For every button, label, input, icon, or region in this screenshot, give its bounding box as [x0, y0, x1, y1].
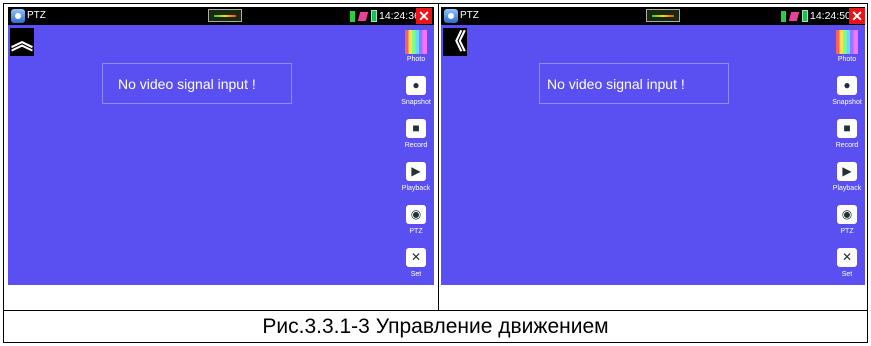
- snapshot-button[interactable]: ● Snapshot: [398, 68, 434, 110]
- signal-meter-icon: [208, 9, 242, 22]
- close-button[interactable]: ✕: [416, 8, 432, 24]
- network-status-icon: [350, 11, 355, 22]
- record-button[interactable]: ■ Record: [829, 111, 865, 153]
- camera-icon: ●: [837, 76, 857, 95]
- battery-icon: [371, 10, 377, 22]
- battery-icon: [802, 10, 808, 22]
- ptz-screen-left: PTZ 14:24:36 ✕ ︽ No video signal input !…: [8, 7, 434, 285]
- play-icon: ▶: [837, 162, 857, 181]
- record-label: Record: [404, 142, 428, 149]
- status-bar: PTZ 14:24:50 ✕: [441, 7, 865, 25]
- link-status-icon: [357, 12, 369, 21]
- set-button[interactable]: ✕ Set: [829, 240, 865, 282]
- playback-label: Playback: [401, 185, 431, 192]
- clock: 14:24:36: [379, 10, 420, 22]
- photo-button[interactable]: Photo: [398, 25, 434, 67]
- settings-tools-icon: ✕: [406, 248, 426, 267]
- ptz-button[interactable]: ◉ PTZ: [398, 197, 434, 239]
- snapshot-label: Snapshot: [401, 99, 431, 106]
- set-button[interactable]: ✕ Set: [398, 240, 434, 282]
- collapse-left-icon[interactable]: 《: [443, 28, 467, 56]
- ptz-label: PTZ: [409, 228, 423, 235]
- set-label: Set: [841, 271, 853, 278]
- app-title: PTZ: [460, 10, 479, 21]
- playback-button[interactable]: ▶ Playback: [398, 154, 434, 196]
- photo-icon: [405, 30, 427, 54]
- set-label: Set: [410, 271, 422, 278]
- camera-icon: ●: [406, 76, 426, 95]
- ptz-label: PTZ: [840, 228, 854, 235]
- playback-label: Playback: [832, 185, 862, 192]
- ptz-app-icon: [444, 9, 458, 23]
- ptz-screen-right: PTZ 14:24:50 ✕ 《 No video signal input !…: [441, 7, 865, 285]
- side-toolbar: Photo ● Snapshot ■ Record ▶ Playback ◉ P…: [398, 25, 434, 285]
- close-button[interactable]: ✕: [849, 8, 865, 24]
- record-label: Record: [835, 142, 859, 149]
- settings-tools-icon: ✕: [837, 248, 857, 267]
- record-button[interactable]: ■ Record: [398, 111, 434, 153]
- photo-label: Photo: [406, 56, 426, 63]
- collapse-up-icon[interactable]: ︽: [10, 28, 34, 56]
- ptz-camera-icon: ◉: [406, 205, 426, 224]
- playback-button[interactable]: ▶ Playback: [829, 154, 865, 196]
- app-title: PTZ: [27, 10, 46, 21]
- video-camera-icon: ■: [406, 119, 426, 138]
- clock: 14:24:50: [810, 10, 851, 22]
- snapshot-button[interactable]: ● Snapshot: [829, 68, 865, 110]
- figure-caption: Рис.3.3.1-3 Управление движением: [262, 315, 609, 338]
- column-divider: [438, 3, 439, 310]
- ptz-camera-icon: ◉: [837, 205, 857, 224]
- photo-label: Photo: [837, 56, 857, 63]
- no-signal-message: No video signal input !: [547, 76, 685, 92]
- play-icon: ▶: [406, 162, 426, 181]
- video-camera-icon: ■: [837, 119, 857, 138]
- no-signal-message: No video signal input !: [118, 76, 256, 92]
- network-status-icon: [781, 11, 786, 22]
- side-toolbar: Photo ● Snapshot ■ Record ▶ Playback ◉ P…: [829, 25, 865, 285]
- ptz-button[interactable]: ◉ PTZ: [829, 197, 865, 239]
- link-status-icon: [788, 12, 800, 21]
- photo-button[interactable]: Photo: [829, 25, 865, 67]
- snapshot-label: Snapshot: [832, 99, 862, 106]
- photo-icon: [836, 30, 858, 54]
- signal-meter-icon: [646, 9, 680, 22]
- status-bar: PTZ 14:24:36 ✕: [8, 7, 434, 25]
- ptz-app-icon: [11, 9, 25, 23]
